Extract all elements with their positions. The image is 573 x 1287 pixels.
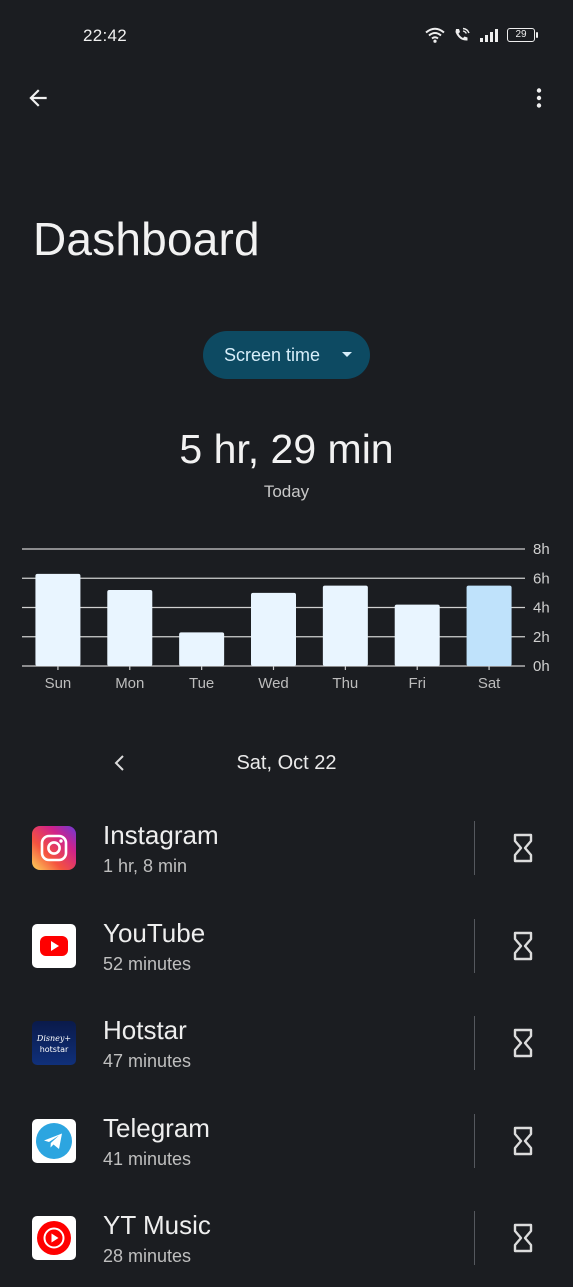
top-app-bar [0,72,573,122]
app-name: Telegram [103,1112,210,1143]
bar-sun [35,573,81,666]
app-usage-time: 28 minutes [103,1246,192,1267]
dropdown-caret-icon [342,352,352,357]
y-tick-label: 4h [533,600,550,617]
app-timer-button[interactable] [500,827,546,869]
signal-icon [480,29,498,42]
app-usage-time: 47 minutes [103,1051,192,1072]
instagram-icon [32,826,76,870]
youtube-icon [32,923,76,968]
wifi-icon [425,27,445,43]
telegram-icon [32,1118,76,1163]
selected-date: Sat, Oct 22 [236,752,337,774]
y-tick-label: 8h [533,541,550,558]
more-options-button[interactable] [521,80,557,116]
hourglass-icon [513,1224,533,1253]
x-tick-label: Sat [478,675,501,692]
page-title: Dashboard [33,213,260,265]
app-usage-time: 1 hr, 8 min [103,856,188,876]
back-button[interactable] [20,80,56,116]
list-item-yt-music[interactable]: YT Music 28 minutes [0,1189,573,1287]
app-timer-button[interactable] [500,925,546,967]
bar-tue [179,632,225,666]
x-tick-label: Fri [408,675,426,692]
list-item-instagram[interactable]: Instagram 1 hr, 8 min [0,799,573,897]
arrow-back-icon [29,89,47,107]
usage-bar-chart: 0h 2h 4h 6h 8h Sun Mon Tue Wed Thu Fri Sat [22,541,550,692]
app-name: Instagram [103,820,219,850]
divider [474,821,475,875]
list-item-hotstar[interactable]: Disney+ hotstar Hotstar 47 minutes [0,994,573,1092]
metric-dropdown[interactable]: Screen time [203,331,370,379]
period-label: Today [263,482,310,501]
app-usage-time: 52 minutes [103,953,192,974]
hourglass-icon [513,833,533,863]
divider [474,1113,475,1168]
hotstar-icon: Disney+ hotstar [32,1021,76,1066]
bar-sat [466,585,512,666]
status-icons: 29 [425,27,538,43]
bar-wed [251,592,296,666]
hourglass-icon [513,931,533,960]
x-tick-label: Thu [332,675,358,692]
wifi-call-icon [455,27,470,41]
battery-icon: 29 [507,28,538,42]
list-item-telegram[interactable]: Telegram 41 minutes [0,1092,573,1190]
app-name: Hotstar [103,1015,187,1046]
app-name: YT Music [103,1210,211,1241]
date-navigation: Sat, Oct 22 [0,745,573,785]
app-timer-button[interactable] [500,1022,546,1064]
hourglass-icon [513,1028,533,1058]
bar-fri [394,604,440,666]
app-name: YouTube [103,917,206,948]
status-time: 22:42 [83,26,128,45]
hourglass-icon [513,1126,533,1155]
svg-text:hotstar: hotstar [40,1045,69,1054]
bar-mon [107,589,153,666]
x-tick-label: Tue [189,675,214,692]
x-tick-label: Mon [115,675,144,692]
x-tick-label: Sun [45,675,72,692]
y-tick-label: 2h [533,629,550,646]
x-tick-label: Wed [258,675,289,692]
divider [474,1211,475,1266]
divider [474,1016,475,1071]
app-timer-button[interactable] [500,1217,546,1259]
y-tick-label: 6h [533,570,550,587]
yt-music-icon [32,1216,76,1261]
more-vert-icon [536,88,542,108]
y-tick-label: 0h [533,658,550,675]
svg-text:Disney+: Disney+ [36,1034,71,1043]
status-bar: 22:42 29 [0,0,573,72]
app-timer-button[interactable] [500,1120,546,1162]
divider [474,918,475,973]
app-usage-time: 41 minutes [103,1148,192,1169]
dropdown-label: Screen time [224,344,321,365]
total-screen-time: 5 hr, 29 min [179,426,394,472]
bar-thu [322,585,368,666]
app-usage-list: Instagram 1 hr, 8 min YouTube 52 minutes [0,799,573,1287]
list-item-youtube[interactable]: YouTube 52 minutes [0,897,573,995]
